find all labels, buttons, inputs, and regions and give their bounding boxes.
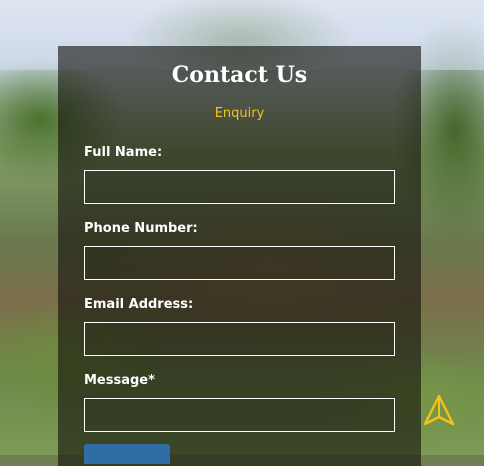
full-name-label: Full Name: <box>84 145 163 160</box>
full-name-field[interactable] <box>84 170 395 204</box>
message-label: Message* <box>84 373 155 388</box>
navigation-button[interactable] <box>422 393 456 427</box>
email-address-field[interactable] <box>84 322 395 356</box>
form-subtitle: Enquiry <box>214 106 265 121</box>
submit-button[interactable] <box>84 444 170 464</box>
form-title: Contact Us <box>171 62 308 88</box>
phone-number-field[interactable] <box>84 246 395 280</box>
phone-number-label: Phone Number: <box>84 221 198 236</box>
email-address-label: Email Address: <box>84 297 194 312</box>
message-field[interactable] <box>84 398 395 432</box>
navigation-arrow-icon <box>423 394 455 426</box>
